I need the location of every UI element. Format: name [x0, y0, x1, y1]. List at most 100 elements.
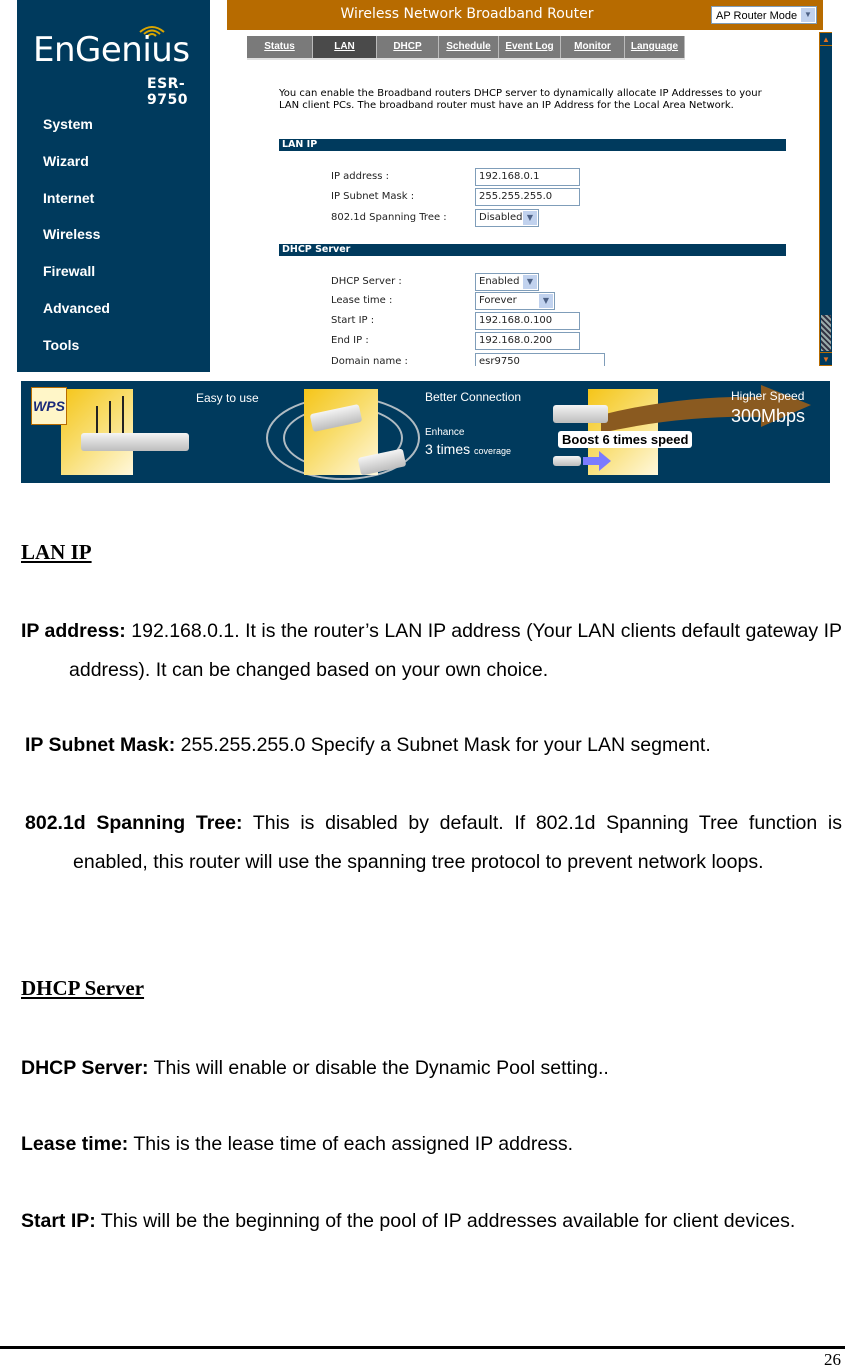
sidebar-item-firewall[interactable]: Firewall: [43, 263, 110, 300]
spanning-tree-label: 802.1d Spanning Tree :: [331, 212, 447, 223]
spanning-tree-row: 802.1d Spanning Tree : Disabled ▼: [331, 209, 781, 227]
tab-monitor[interactable]: Monitor: [561, 36, 625, 58]
easy-to-use-text: Easy to use: [196, 391, 259, 405]
start-ip-desc: This will be the beginning of the pool o…: [95, 1210, 796, 1232]
lease-time-label: Lease time :: [331, 295, 393, 306]
sidebar-item-advanced[interactable]: Advanced: [43, 300, 110, 337]
dhcp-server-select[interactable]: Enabled ▼: [475, 273, 539, 291]
subnet-mask-row: IP Subnet Mask : 255.255.255.0: [331, 188, 781, 206]
subnet-mask-paragraph: IP Subnet Mask: 255.255.255.0 Specify a …: [25, 726, 842, 765]
three-times-value: 3 times: [425, 441, 471, 457]
spanning-tree-value: Disabled: [479, 212, 523, 223]
coverage-text: coverage: [474, 446, 512, 456]
enhance-text: Enhance: [425, 427, 465, 438]
ip-address-term: IP address:: [21, 620, 126, 642]
sidebar-item-internet[interactable]: Internet: [43, 190, 110, 227]
ip-address-desc: 192.168.0.1. It is the router’s LAN IP a…: [69, 620, 842, 681]
dhcp-server-term: DHCP Server:: [21, 1057, 149, 1079]
subnet-mask-term: IP Subnet Mask:: [25, 734, 176, 756]
higher-speed-text: Higher Speed: [731, 389, 805, 403]
chevron-down-icon: ▼: [539, 294, 553, 308]
mode-select[interactable]: AP Router Mode ▼: [711, 6, 817, 24]
lease-time-desc: This is the lease time of each assigned …: [128, 1133, 574, 1155]
domain-name-row: Domain name : esr9750: [331, 353, 781, 366]
footer-divider: [0, 1346, 845, 1349]
router-screenshot: EnGenius ESR-9750 System Wizard Internet…: [17, 0, 832, 372]
model-name: ESR-9750: [147, 76, 188, 108]
better-connection-text: Better Connection: [425, 390, 522, 404]
domain-name-label: Domain name :: [331, 356, 408, 366]
arrow-right-icon: [583, 451, 611, 471]
tab-dhcp[interactable]: DHCP: [377, 36, 439, 58]
tab-lan[interactable]: LAN: [313, 36, 377, 58]
chevron-down-icon: ▼: [523, 211, 537, 225]
sidebar-item-tools[interactable]: Tools: [43, 337, 110, 374]
scrollbar[interactable]: ▲ ▼: [819, 32, 832, 366]
subnet-mask-label: IP Subnet Mask :: [331, 191, 415, 202]
spanning-tree-paragraph: 802.1d Spanning Tree: This is disabled b…: [25, 804, 842, 881]
feature-banner: WPS Easy to use Better Connection Enhanc…: [21, 381, 830, 483]
tab-bar: Status LAN DHCP Schedule Event Log Monit…: [247, 36, 685, 60]
scroll-thumb[interactable]: [821, 315, 831, 351]
ip-address-paragraph: IP address: 192.168.0.1. It is the route…: [21, 612, 842, 689]
lease-time-row: Lease time : Forever ▼: [331, 292, 781, 310]
dhcp-server-row: DHCP Server : Enabled ▼: [331, 273, 781, 291]
router-icon: [553, 405, 608, 423]
spanning-tree-term: 802.1d Spanning Tree:: [25, 812, 243, 834]
mode-select-value: AP Router Mode: [716, 10, 798, 22]
spanning-tree-select[interactable]: Disabled ▼: [475, 209, 539, 227]
dhcp-server-heading: DHCP Server: [21, 976, 145, 1000]
lease-time-value: Forever: [479, 295, 517, 306]
end-ip-row: End IP : 192.168.0.200: [331, 332, 781, 350]
lease-time-term: Lease time:: [21, 1133, 129, 1155]
start-ip-label: Start IP :: [331, 315, 375, 326]
main-panel: Wireless Network Broadband Router AP Rou…: [227, 0, 832, 372]
speed-value-text: 300Mbps: [731, 406, 806, 426]
ip-address-row: IP address : 192.168.0.1: [331, 168, 781, 186]
tab-language[interactable]: Language: [625, 36, 685, 58]
ip-address-input[interactable]: 192.168.0.1: [475, 168, 580, 186]
app-title: Wireless Network Broadband Router: [340, 6, 594, 22]
scroll-up-icon[interactable]: ▲: [820, 32, 832, 46]
start-ip-input[interactable]: 192.168.0.100: [475, 312, 580, 330]
chevron-down-icon: ▼: [523, 275, 537, 289]
dhcp-server-label: DHCP Server :: [331, 276, 402, 287]
antenna-icon: [122, 396, 124, 434]
start-ip-row: Start IP : 192.168.0.100: [331, 312, 781, 330]
lease-time-select[interactable]: Forever ▼: [475, 292, 555, 310]
brand-logo: EnGenius: [33, 30, 190, 70]
antenna-icon: [96, 406, 98, 434]
end-ip-label: End IP :: [331, 335, 369, 346]
dhcp-section-header: DHCP Server: [279, 244, 786, 256]
lease-time-paragraph: Lease time: This is the lease time of ea…: [21, 1125, 842, 1164]
chevron-down-icon: ▼: [801, 8, 815, 22]
sidebar: EnGenius ESR-9750 System Wizard Internet…: [17, 0, 210, 372]
sidebar-item-wizard[interactable]: Wizard: [43, 153, 110, 190]
start-ip-term: Start IP:: [21, 1210, 96, 1232]
sidebar-menu: System Wizard Internet Wireless Firewall…: [43, 116, 110, 374]
start-ip-paragraph: Start IP: This will be the beginning of …: [21, 1202, 842, 1241]
subnet-mask-input[interactable]: 255.255.255.0: [475, 188, 580, 206]
end-ip-input[interactable]: 192.168.0.200: [475, 332, 580, 350]
top-bar: Wireless Network Broadband Router AP Rou…: [227, 0, 823, 30]
domain-name-input[interactable]: esr9750: [475, 353, 605, 366]
tab-schedule[interactable]: Schedule: [439, 36, 499, 58]
wps-icon: WPS: [31, 387, 67, 425]
tab-status[interactable]: Status: [247, 36, 313, 58]
dhcp-server-paragraph: DHCP Server: This will enable or disable…: [21, 1049, 842, 1088]
intro-text: You can enable the Broadband routers DHC…: [279, 88, 762, 111]
lan-ip-section-header: LAN IP: [279, 139, 786, 151]
tab-event-log[interactable]: Event Log: [499, 36, 561, 58]
dhcp-server-value: Enabled: [479, 276, 520, 287]
lan-ip-heading: LAN IP: [21, 540, 92, 564]
subnet-mask-desc: 255.255.255.0 Specify a Subnet Mask for …: [175, 734, 711, 756]
dhcp-server-desc: This will enable or disable the Dynamic …: [148, 1057, 609, 1079]
antenna-icon: [109, 401, 111, 434]
scroll-down-icon[interactable]: ▼: [820, 352, 832, 366]
ip-address-label: IP address :: [331, 171, 389, 182]
router-icon: [553, 456, 581, 466]
sidebar-item-wireless[interactable]: Wireless: [43, 226, 110, 263]
page-number: 26: [824, 1350, 841, 1369]
sidebar-item-system[interactable]: System: [43, 116, 110, 153]
router-icon: [81, 433, 189, 451]
